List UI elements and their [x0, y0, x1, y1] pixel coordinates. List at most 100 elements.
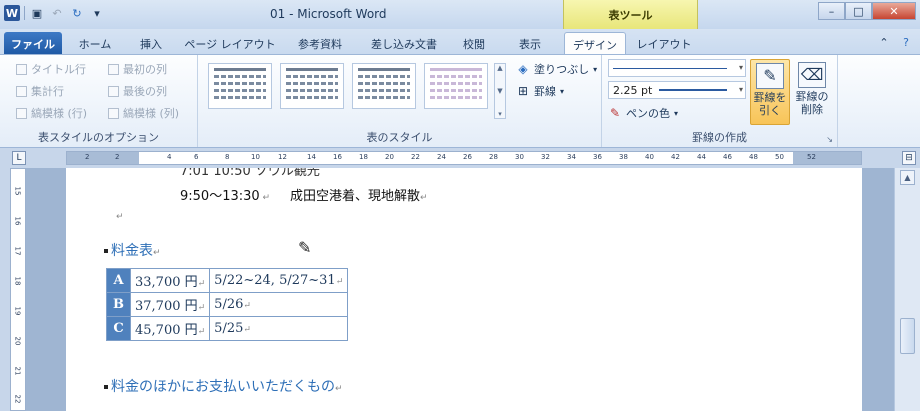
- tab-design[interactable]: デザイン: [564, 32, 626, 54]
- table-style-thumb[interactable]: [208, 63, 272, 109]
- amount-cell[interactable]: 37,700 円↵: [129, 292, 211, 317]
- ruler-tick: 36: [593, 153, 602, 161]
- tab-page-layout[interactable]: ページ レイアウト: [178, 32, 282, 54]
- title-bar: W ▣ ↶ ↻ ▾ 01 - Microsoft Word 表ツール – □ ✕: [0, 0, 920, 29]
- save-icon[interactable]: ▣: [29, 5, 45, 21]
- ruler-tick: 21: [13, 366, 22, 376]
- ruler-tick: 18: [359, 153, 368, 161]
- banded-rows-checkbox[interactable]: 縞模様 (行): [16, 105, 87, 121]
- draw-borders-group: ▾ 2.25 pt ▾ ✎ ペンの色 ▾ ✎ 罫線を引く ⌫ 罫線の削除 罫線の…: [602, 55, 838, 147]
- ruler-tick: 24: [437, 153, 446, 161]
- tabrow-icons: ⌃ ?: [876, 34, 914, 50]
- tab-home[interactable]: ホーム: [66, 32, 124, 54]
- last-column-checkbox[interactable]: 最後の列: [108, 83, 167, 99]
- eraser-label: 罫線の削除: [795, 90, 829, 116]
- tab-layout[interactable]: レイアウト: [628, 32, 700, 54]
- amount-cell[interactable]: 33,700 円↵: [129, 268, 211, 293]
- chevron-down-icon: ▾: [593, 64, 598, 74]
- dates-cell[interactable]: 5/22~24, 5/27~31↵: [209, 268, 349, 293]
- ruler-tick: 17: [13, 246, 22, 256]
- help-icon[interactable]: ?: [898, 34, 914, 50]
- line-weight-value: 2.25 pt: [613, 83, 653, 97]
- table-style-thumb[interactable]: [352, 63, 416, 109]
- ruler-tick: 16: [13, 216, 22, 226]
- checkbox-label: 縞模様 (行): [31, 107, 88, 120]
- gallery-more-icon[interactable]: ▾: [498, 110, 502, 118]
- vertical-scrollbar[interactable]: ▲: [894, 168, 920, 411]
- tab-insert[interactable]: 挿入: [126, 32, 176, 54]
- view-ruler-icon[interactable]: ⊟: [902, 151, 916, 165]
- tab-mailings[interactable]: 差し込み文書: [358, 32, 450, 54]
- itinerary-time: 9:50～13:30 ↵: [180, 189, 271, 204]
- minimize-icon[interactable]: –: [818, 2, 845, 20]
- close-icon[interactable]: ✕: [872, 2, 916, 20]
- scroll-thumb[interactable]: [900, 318, 915, 354]
- group-label: 表のスタイル: [366, 131, 433, 144]
- fee-table[interactable]: A 33,700 円↵ 5/22~24, 5/27~31↵ B 37,700 円…: [106, 268, 349, 341]
- draw-table-button[interactable]: ✎ 罫線を引く: [750, 59, 790, 125]
- dates-cell[interactable]: 5/26↵: [209, 292, 349, 317]
- window-controls: – □ ✕: [818, 2, 916, 20]
- tab-review[interactable]: 校閲: [452, 32, 496, 54]
- window-title: 01 - Microsoft Word: [270, 7, 387, 21]
- minimize-ribbon-icon[interactable]: ⌃: [876, 34, 892, 50]
- checkbox-box: [16, 107, 27, 119]
- dates-cell[interactable]: 5/25↵: [209, 316, 349, 341]
- scroll-up-icon[interactable]: ▲: [900, 170, 915, 185]
- eraser-button[interactable]: ⌫ 罫線の削除: [792, 59, 832, 125]
- ruler-tick: 14: [307, 153, 316, 161]
- gallery-down-icon[interactable]: ▼: [497, 87, 502, 95]
- ruler-tick: 34: [567, 153, 576, 161]
- tab-selector-icon[interactable]: L: [12, 151, 26, 165]
- line-weight-dropdown[interactable]: 2.25 pt ▾: [608, 81, 746, 99]
- bullet: [104, 249, 108, 253]
- maximize-icon[interactable]: □: [845, 2, 872, 20]
- line-style-dropdown[interactable]: ▾: [608, 59, 746, 77]
- pen-color-button[interactable]: ✎ ペンの色 ▾: [608, 105, 678, 121]
- redo-icon[interactable]: ↻: [69, 5, 85, 21]
- ruler-margin: [67, 152, 139, 164]
- vertical-ruler[interactable]: 15 16 17 18 19 20 21 22: [10, 168, 26, 411]
- quick-access-toolbar: W ▣ ↶ ↻ ▾: [4, 5, 105, 21]
- gallery-up-icon[interactable]: ▲: [497, 64, 502, 72]
- table-style-thumb[interactable]: [424, 63, 488, 109]
- tab-file[interactable]: ファイル: [4, 32, 62, 54]
- paint-bucket-icon: ◈: [518, 62, 528, 76]
- borders-button[interactable]: ⊞ 罫線 ▾: [516, 83, 564, 99]
- paragraph-mark: ↵: [259, 193, 271, 203]
- ruler-tick: 10: [251, 153, 260, 161]
- table-style-thumb[interactable]: [280, 63, 344, 109]
- ribbon: タイトル行 最初の列 集計行 最後の列 縞模様 (行) 縞模様 (列) 表スタイ…: [0, 54, 920, 148]
- first-column-checkbox[interactable]: 最初の列: [108, 61, 167, 77]
- checkbox-box: [16, 85, 27, 97]
- banded-columns-checkbox[interactable]: 縞模様 (列): [108, 105, 179, 121]
- chevron-down-icon: ▾: [674, 108, 679, 118]
- checkbox-box: [108, 63, 119, 75]
- checkbox-label: 縞模様 (列): [123, 107, 180, 120]
- checkbox-box: [108, 85, 119, 97]
- undo-icon[interactable]: ↶: [49, 5, 65, 21]
- ruler-tick: 26: [463, 153, 472, 161]
- ruler-tick: 44: [697, 153, 706, 161]
- eraser-icon: ⌫: [798, 62, 826, 88]
- line-weight-preview: [659, 89, 727, 91]
- bullet: [104, 385, 108, 389]
- total-row-checkbox[interactable]: 集計行: [16, 83, 64, 99]
- amount-cell[interactable]: 45,700 円↵: [129, 316, 211, 341]
- ruler-row: L 2 2 4 6 8 10 12 14 16 18 20 22 24 26 2…: [0, 148, 920, 168]
- context-tab-header: 表ツール: [563, 0, 698, 29]
- dialog-launcher-icon[interactable]: ↘: [826, 135, 833, 144]
- ruler-tick: 6: [194, 153, 199, 161]
- customize-icon[interactable]: ▾: [89, 5, 105, 21]
- shading-button[interactable]: ◈ 塗りつぶし ▾: [516, 61, 597, 77]
- document-page[interactable]: 7:01 10:50 ソウル観光 9:50～13:30 ↵ 成田空港着、現地解散…: [66, 168, 862, 411]
- word-icon[interactable]: W: [4, 5, 20, 21]
- row-label: A: [106, 268, 131, 293]
- horizontal-ruler[interactable]: 2 2 4 6 8 10 12 14 16 18 20 22 24 26 28 …: [66, 151, 862, 165]
- gallery-scroll[interactable]: ▲ ▼ ▾: [494, 63, 506, 119]
- header-row-checkbox[interactable]: タイトル行: [16, 61, 86, 77]
- table-style-options-group: タイトル行 最初の列 集計行 最後の列 縞模様 (行) 縞模様 (列) 表スタイ…: [0, 55, 198, 147]
- tab-references[interactable]: 参考資料: [284, 32, 356, 54]
- tab-view[interactable]: 表示: [498, 32, 562, 54]
- ruler-tick: 52: [807, 153, 816, 161]
